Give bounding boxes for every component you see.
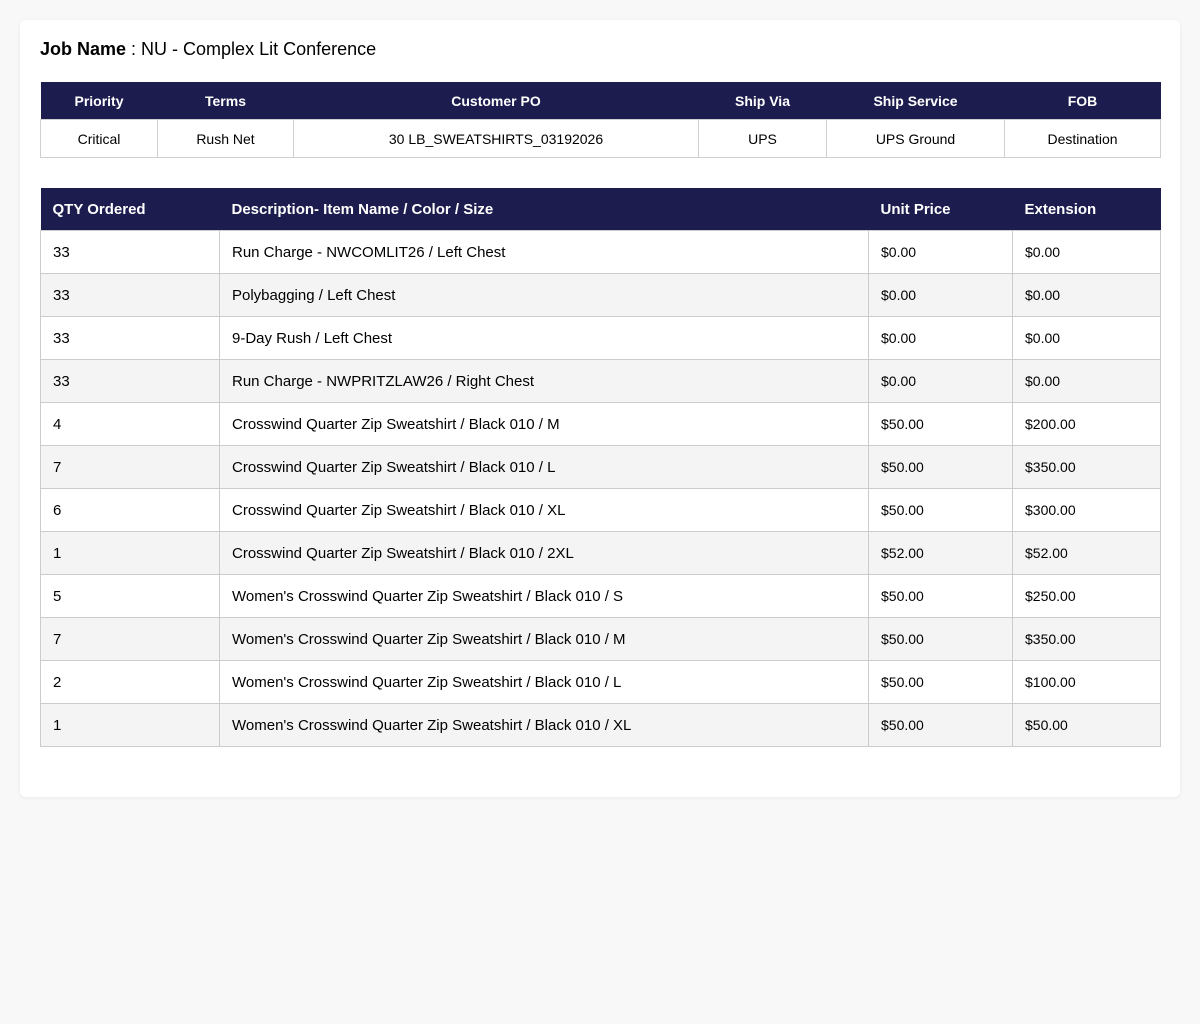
job-name-value: NU - Complex Lit Conference: [141, 39, 377, 59]
unit-price-cell: $0.00: [868, 359, 1013, 403]
fob-header: FOB: [1004, 82, 1161, 120]
qty-cell: 2: [40, 660, 220, 704]
description-cell: Polybagging / Left Chest: [219, 273, 869, 317]
extension-cell: $300.00: [1012, 488, 1161, 532]
customer-po-header: Customer PO: [293, 82, 699, 120]
table-row: 33 Run Charge - NWPRITZLAW26 / Right Ches…: [40, 359, 1161, 403]
job-name-separator: :: [126, 39, 142, 59]
order-info-table: Priority Terms Customer PO Ship Via Ship…: [40, 82, 1161, 158]
ship-service-value: UPS Ground: [826, 119, 1005, 158]
table-row: 7 Women's Crosswind Quarter Zip Sweatshir…: [40, 617, 1161, 661]
qty-cell: 7: [40, 617, 220, 661]
qty-cell: 33: [40, 230, 220, 274]
description-cell: Run Charge - NWCOMLIT26 / Left Chest: [219, 230, 869, 274]
order-info-value-row: Critical Rush Net 30 LB_SWEATSHIRTS_0319…: [40, 119, 1161, 158]
extension-cell: $52.00: [1012, 531, 1161, 575]
extension-cell: $250.00: [1012, 574, 1161, 618]
qty-cell: 7: [40, 445, 220, 489]
unit-price-cell: $50.00: [868, 617, 1013, 661]
qty-cell: 6: [40, 488, 220, 532]
priority-header: Priority: [40, 82, 158, 120]
qty-cell: 33: [40, 273, 220, 317]
line-items-table: QTY Ordered Description- Item Name / Col…: [40, 188, 1161, 747]
extension-cell: $350.00: [1012, 445, 1161, 489]
table-row: 5 Women's Crosswind Quarter Zip Sweatshir…: [40, 574, 1161, 618]
qty-cell: 5: [40, 574, 220, 618]
table-row: 4 Crosswind Quarter Zip Sweatshirt / Blac…: [40, 402, 1161, 446]
extension-cell: $200.00: [1012, 402, 1161, 446]
description-cell: Crosswind Quarter Zip Sweatshirt / Black…: [219, 445, 869, 489]
extension-cell: $0.00: [1012, 273, 1161, 317]
qty-cell: 1: [40, 703, 220, 747]
terms-value: Rush Net: [157, 119, 294, 158]
qty-cell: 33: [40, 359, 220, 403]
customer-po-value: 30 LB_SWEATSHIRTS_03192026: [293, 119, 699, 158]
qty-cell: 1: [40, 531, 220, 575]
unit-price-cell: $0.00: [868, 316, 1013, 360]
description-cell: Crosswind Quarter Zip Sweatshirt / Black…: [219, 488, 869, 532]
table-row: 2 Women's Crosswind Quarter Zip Sweatshir…: [40, 660, 1161, 704]
extension-cell: $100.00: [1012, 660, 1161, 704]
extension-cell: $0.00: [1012, 359, 1161, 403]
unit-price-header: Unit Price: [868, 188, 1013, 231]
extension-cell: $0.00: [1012, 230, 1161, 274]
unit-price-cell: $0.00: [868, 230, 1013, 274]
job-name-line: Job Name : NU - Complex Lit Conference: [40, 38, 376, 60]
unit-price-cell: $50.00: [868, 660, 1013, 704]
ship-via-value: UPS: [698, 119, 827, 158]
unit-price-cell: $50.00: [868, 488, 1013, 532]
extension-cell: $350.00: [1012, 617, 1161, 661]
table-row: 1 Women's Crosswind Quarter Zip Sweatshir…: [40, 703, 1161, 747]
table-row: 7 Crosswind Quarter Zip Sweatshirt / Blac…: [40, 445, 1161, 489]
qty-cell: 33: [40, 316, 220, 360]
description-cell: Women's Crosswind Quarter Zip Sweatshirt…: [219, 703, 869, 747]
description-cell: Crosswind Quarter Zip Sweatshirt / Black…: [219, 402, 869, 446]
table-row: 6 Crosswind Quarter Zip Sweatshirt / Blac…: [40, 488, 1161, 532]
line-items-header-row: QTY Ordered Description- Item Name / Col…: [40, 188, 1161, 231]
description-cell: Run Charge - NWPRITZLAW26 / Right Chest: [219, 359, 869, 403]
unit-price-cell: $0.00: [868, 273, 1013, 317]
description-cell: Women's Crosswind Quarter Zip Sweatshirt…: [219, 660, 869, 704]
table-row: 33 Polybagging / Left Chest $0.00 $0.00: [40, 273, 1161, 317]
ship-service-header: Ship Service: [826, 82, 1005, 120]
ship-via-header: Ship Via: [698, 82, 827, 120]
description-cell: Crosswind Quarter Zip Sweatshirt / Black…: [219, 531, 869, 575]
description-header: Description- Item Name / Color / Size: [219, 188, 869, 231]
priority-value: Critical: [40, 119, 158, 158]
unit-price-cell: $52.00: [868, 531, 1013, 575]
job-card: Job Name : NU - Complex Lit Conference P…: [20, 20, 1180, 797]
extension-cell: $0.00: [1012, 316, 1161, 360]
qty-cell: 4: [40, 402, 220, 446]
table-row: 33 9-Day Rush / Left Chest $0.00 $0.00: [40, 316, 1161, 360]
order-info-header-row: Priority Terms Customer PO Ship Via Ship…: [40, 82, 1161, 120]
job-name-label: Job Name: [40, 39, 127, 59]
extension-cell: $50.00: [1012, 703, 1161, 747]
table-row: 1 Crosswind Quarter Zip Sweatshirt / Blac…: [40, 531, 1161, 575]
terms-header: Terms: [157, 82, 294, 120]
qty-header: QTY Ordered: [40, 188, 220, 231]
description-cell: Women's Crosswind Quarter Zip Sweatshirt…: [219, 574, 869, 618]
description-cell: Women's Crosswind Quarter Zip Sweatshirt…: [219, 617, 869, 661]
description-cell: 9-Day Rush / Left Chest: [219, 316, 869, 360]
extension-header: Extension: [1012, 188, 1161, 231]
unit-price-cell: $50.00: [868, 402, 1013, 446]
table-row: 33 Run Charge - NWCOMLIT26 / Left Chest $0…: [40, 230, 1161, 274]
fob-value: Destination: [1004, 119, 1161, 158]
unit-price-cell: $50.00: [868, 574, 1013, 618]
unit-price-cell: $50.00: [868, 445, 1013, 489]
unit-price-cell: $50.00: [868, 703, 1013, 747]
